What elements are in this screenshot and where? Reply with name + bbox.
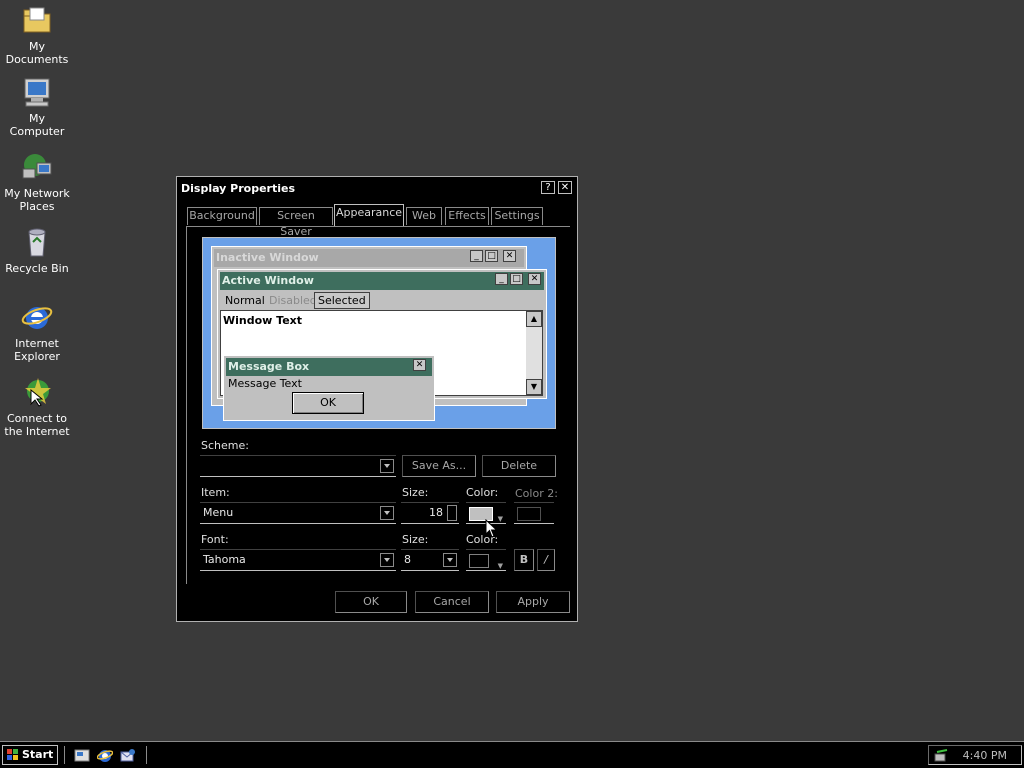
scroll-up-icon: ▲ [526,311,542,327]
internet-explorer-icon[interactable] [97,748,113,764]
help-button[interactable]: ? [541,181,555,194]
minimize-icon: _ [495,273,508,285]
item-label: Item: [201,486,230,499]
desktop-icon-label: My Network Places [4,187,70,213]
item-color2-picker[interactable] [514,502,554,524]
folder-documents-icon [21,4,53,36]
chevron-down-icon[interactable] [443,553,457,567]
display-properties-dialog: Display Properties ? ✕ Background Screen… [176,176,578,622]
tab-effects[interactable]: Effects [445,207,489,225]
taskbar: Start 4:40 PM [0,741,1024,768]
menu-selected: Selected [314,292,370,309]
network-connection-icon[interactable] [933,748,949,764]
chevron-down-icon[interactable] [380,459,394,473]
taskbar-divider [146,746,149,764]
item-color2-label: Color 2: [515,487,558,500]
desktop-icon-my-documents[interactable]: My Documents [0,4,74,66]
item-size-label: Size: [402,486,429,499]
item-size-value: 18 [429,506,443,519]
desktop-icon-my-computer[interactable]: My Computer [0,76,74,138]
tab-background[interactable]: Background [187,207,257,225]
bold-button[interactable]: B [514,549,534,571]
maximize-icon: □ [485,250,498,262]
scheme-select[interactable] [200,455,396,477]
minimize-icon: _ [470,250,483,262]
preview-message-box: Message Box ✕ Message Text OK [223,355,435,421]
appearance-preview[interactable]: Inactive Window _ □ ✕ Active Window _ □ … [202,237,556,429]
color-swatch [469,554,489,568]
preview-menubar: Normal Disabled Selected [220,291,544,309]
window-text: Window Text [223,314,303,327]
scheme-label: Scheme: [201,439,249,452]
tab-screen-saver[interactable]: Screen Saver [259,207,333,238]
delete-button[interactable]: Delete [482,455,556,477]
close-icon: ✕ [503,250,516,262]
message-box-title: Message Box [226,358,432,376]
start-button[interactable]: Start [2,745,58,765]
item-color-label: Color: [466,486,499,499]
font-label: Font: [201,533,229,546]
apply-button[interactable]: Apply [496,591,570,613]
ok-button[interactable]: OK [335,591,407,613]
outlook-express-icon[interactable] [120,748,136,764]
menu-disabled: Disabled [269,294,317,307]
color-swatch [517,507,541,521]
desktop-icon-my-network-places[interactable]: My Network Places [0,151,74,213]
close-icon: ✕ [528,273,541,285]
preview-ok-button: OK [292,392,364,414]
font-color-picker[interactable]: ▼ [466,549,506,571]
desktop-icon-label: My Documents [5,40,69,66]
cancel-button[interactable]: Cancel [415,591,489,613]
mouse-cursor-icon [485,519,498,538]
system-tray: 4:40 PM [928,745,1022,765]
save-as-button[interactable]: Save As... [402,455,476,477]
network-icon [21,151,53,183]
tab-appearance[interactable]: Appearance [334,204,404,226]
item-size-stepper[interactable]: 18 [401,502,459,524]
scroll-down-icon: ▼ [526,379,542,395]
message-text: Message Text [228,377,302,390]
close-icon: ✕ [413,359,426,371]
desktop-icon-label: Connect to the Internet [4,412,70,438]
menu-normal: Normal [225,294,265,307]
font-size-value: 8 [404,553,411,566]
show-desktop-icon[interactable] [74,748,90,764]
font-size-select[interactable]: 8 [401,549,459,571]
tab-settings[interactable]: Settings [491,207,543,225]
connect-internet-icon [21,376,53,408]
desktop-icon-label: Recycle Bin [5,262,69,275]
desktop-icon-recycle-bin[interactable]: Recycle Bin [0,226,74,275]
dialog-titlebar[interactable]: Display Properties ? ✕ [179,179,575,199]
clock[interactable]: 4:40 PM [963,749,1007,762]
computer-icon [21,76,53,108]
preview-scrollbar: ▲ ▼ [526,311,542,395]
italic-button[interactable]: / [537,549,555,571]
dialog-title: Display Properties [181,182,296,195]
windows-logo-icon [7,749,18,760]
internet-explorer-icon [21,301,53,333]
close-button[interactable]: ✕ [558,181,572,194]
font-select[interactable]: Tahoma [200,549,396,571]
chevron-down-icon[interactable] [380,506,394,520]
desktop-icon-label: My Computer [9,112,65,138]
recycle-bin-icon [21,226,53,258]
tab-web[interactable]: Web [406,207,442,225]
font-size-label: Size: [402,533,429,546]
item-select[interactable]: Menu [200,502,396,524]
desktop-icon-internet-explorer[interactable]: Internet Explorer [0,301,74,363]
desktop-icon-label: Internet Explorer [14,337,60,363]
quicklaunch-divider [64,746,67,764]
desktop-icon-connect-internet[interactable]: Connect to the Internet [0,376,74,438]
chevron-down-icon: ▼ [497,562,503,570]
font-value: Tahoma [203,553,246,566]
chevron-down-icon[interactable] [380,553,394,567]
spinner-icon[interactable] [447,505,457,521]
maximize-icon: □ [510,273,523,285]
start-label: Start [22,748,54,761]
item-value: Menu [203,506,234,519]
